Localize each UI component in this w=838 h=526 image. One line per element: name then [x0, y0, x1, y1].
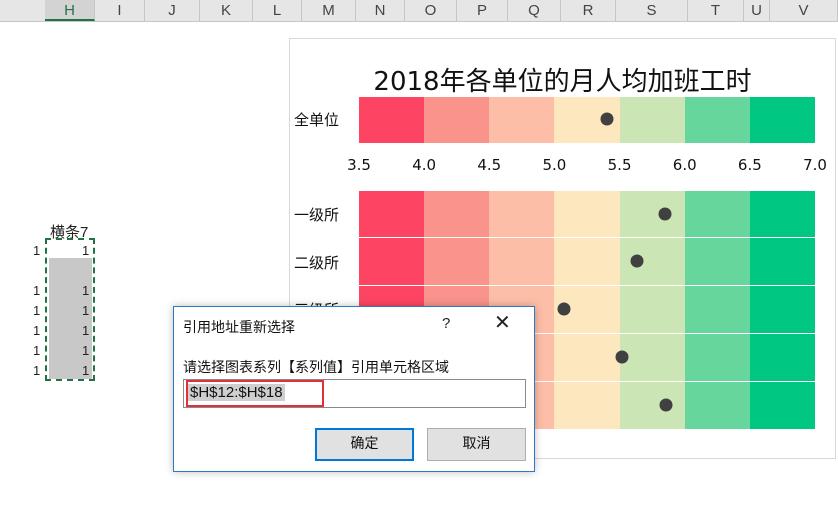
- data-point-unit-4[interactable]: [615, 350, 629, 364]
- x-tick-label: 3.5: [347, 156, 371, 174]
- column-header-bar: HIJKLMNOPQRSTUV: [0, 0, 838, 22]
- band-units-6: [684, 191, 750, 429]
- band-units-7: [749, 191, 815, 429]
- dialog-title: 引用地址重新选择: [183, 320, 295, 336]
- cell-g-value[interactable]: 1: [33, 323, 40, 338]
- cell-g-value[interactable]: 1: [33, 283, 40, 298]
- band-summary-7: [749, 97, 815, 143]
- row-separator: [359, 285, 815, 286]
- data-point-unit-3[interactable]: [557, 302, 571, 316]
- column-header-r[interactable]: R: [561, 0, 616, 21]
- cell-h-value[interactable]: 1: [82, 343, 89, 358]
- cell-g-value[interactable]: 1: [33, 303, 40, 318]
- column-header-h[interactable]: H: [45, 0, 95, 21]
- column-header-t[interactable]: T: [688, 0, 744, 21]
- help-icon[interactable]: ?: [442, 315, 450, 332]
- column-header-i[interactable]: I: [95, 0, 145, 21]
- column-header-p[interactable]: P: [457, 0, 508, 21]
- column-header-l[interactable]: L: [253, 0, 302, 21]
- x-tick-label: 4.5: [477, 156, 502, 174]
- row-separator: [359, 237, 815, 238]
- column-header-k[interactable]: K: [200, 0, 253, 21]
- column-header-u[interactable]: U: [744, 0, 770, 21]
- band-summary-3: [489, 97, 555, 143]
- row-label-unit: 一级所: [294, 206, 340, 224]
- cell-h-value[interactable]: 1: [82, 323, 89, 338]
- band-summary-5: [619, 97, 685, 143]
- reference-reselect-dialog: 引用地址重新选择 ? ✕ 请选择图表系列【系列值】引用单元格区域 $H$12:$…: [173, 306, 535, 472]
- column-header-v[interactable]: V: [770, 0, 838, 21]
- row-label-unit: 二级所: [294, 254, 340, 272]
- selected-cell-fill: [49, 258, 92, 379]
- cell-h-value[interactable]: 1: [82, 303, 89, 318]
- data-point-unit-5[interactable]: [659, 398, 673, 412]
- close-icon[interactable]: ✕: [494, 313, 511, 333]
- cell-h-value[interactable]: 1: [82, 283, 89, 298]
- x-tick-label: 5.0: [542, 156, 567, 174]
- data-point-unit-2[interactable]: [630, 254, 643, 268]
- dialog-prompt: 请选择图表系列【系列值】引用单元格区域: [183, 360, 449, 376]
- band-summary-6: [684, 97, 750, 143]
- x-tick-label: 6.5: [737, 156, 762, 174]
- x-tick-label: 7.0: [803, 156, 827, 174]
- cancel-button[interactable]: 取消: [427, 428, 526, 461]
- cell-h-value[interactable]: 1: [82, 243, 89, 258]
- column-header-o[interactable]: O: [405, 0, 457, 21]
- cell-g-value[interactable]: 1: [33, 343, 40, 358]
- annotation-highlight-box: [186, 380, 324, 407]
- chart-title: 2018年各单位的月人均加班工时: [373, 67, 752, 97]
- range-reference-input[interactable]: $H$12:$H$18: [183, 379, 526, 408]
- column-header-m[interactable]: M: [302, 0, 356, 21]
- band-summary-2: [424, 97, 490, 143]
- x-tick-label: 5.5: [607, 156, 632, 174]
- band-summary-1: [359, 97, 425, 143]
- column-header-s[interactable]: S: [616, 0, 688, 21]
- column-header-j[interactable]: J: [145, 0, 200, 21]
- data-point-unit-1[interactable]: [658, 207, 672, 221]
- x-tick-label: 6.0: [672, 156, 697, 174]
- row-label-all-units: 全单位: [294, 111, 340, 129]
- band-units-5: [619, 191, 685, 429]
- cell-h-value[interactable]: 1: [82, 363, 89, 378]
- column-header-q[interactable]: Q: [508, 0, 561, 21]
- x-tick-label: 4.0: [412, 156, 437, 174]
- ok-button[interactable]: 确定: [315, 428, 414, 461]
- cell-g-value[interactable]: 1: [33, 363, 40, 378]
- data-point-all-units[interactable]: [600, 112, 614, 126]
- cell-g-value[interactable]: 1: [33, 243, 40, 258]
- column-header-n[interactable]: N: [356, 0, 405, 21]
